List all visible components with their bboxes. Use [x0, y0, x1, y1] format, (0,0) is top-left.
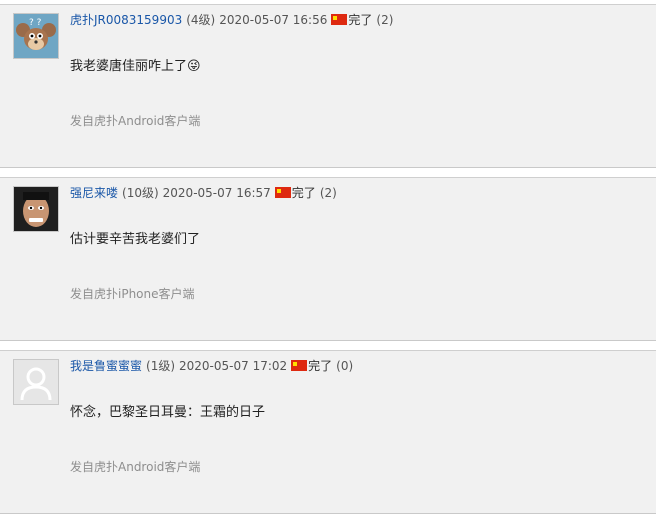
post-source: 发自虎扑Android客户端	[70, 112, 200, 129]
author-link[interactable]: 虎扑JR0083159903	[70, 13, 182, 27]
user-level: (10级)	[122, 186, 159, 200]
china-flag-icon	[331, 14, 348, 25]
post-time: 2020-05-07 16:57	[162, 186, 271, 200]
source-link[interactable]: 发自虎扑iPhone客户端	[70, 287, 195, 301]
reply-post: ? ? 虎扑JR0083159903 (4级) 2020-05-07 16:56 完了…	[0, 4, 656, 168]
reaction-count: (0)	[336, 359, 354, 373]
avatar[interactable]	[13, 186, 59, 232]
reply-post: 我是鲁蜜蜜蜜 (1级) 2020-05-07 17:02 完了 (0) 怀念，巴黎圣日耳…	[0, 350, 656, 514]
cartoon-mouse-avatar-icon: ? ?	[14, 14, 58, 58]
user-level: (1级)	[146, 359, 176, 373]
post-content: 怀念，巴黎圣日耳曼：王霜的日子	[70, 405, 266, 420]
author-link[interactable]: 我是鲁蜜蜜蜜	[70, 359, 142, 373]
face-photo-avatar-icon	[14, 187, 58, 231]
post-content: 我老婆唐佳丽咋上了😜	[70, 59, 201, 74]
source-link[interactable]: 发自虎扑Android客户端	[70, 114, 200, 128]
source-link[interactable]: 发自虎扑Android客户端	[70, 460, 200, 474]
user-level: (4级)	[186, 13, 216, 27]
reaction-label[interactable]: 完了	[348, 13, 372, 27]
svg-text:? ?: ? ?	[29, 18, 42, 28]
reaction-label[interactable]: 完了	[292, 186, 316, 200]
post-meta: 强尼来喽 (10级) 2020-05-07 16:57 完了 (2)	[70, 184, 337, 202]
post-time: 2020-05-07 16:56	[219, 13, 328, 27]
reaction-label[interactable]: 完了	[308, 359, 332, 373]
reaction-count: (2)	[319, 186, 337, 200]
china-flag-icon	[274, 187, 291, 198]
avatar[interactable]: ? ?	[13, 13, 59, 59]
post-content: 估计要辛苦我老婆们了	[70, 232, 201, 247]
post-meta: 我是鲁蜜蜜蜜 (1级) 2020-05-07 17:02 完了 (0)	[70, 357, 353, 375]
author-link[interactable]: 强尼来喽	[70, 186, 118, 200]
reaction-count: (2)	[376, 13, 394, 27]
post-source: 发自虎扑Android客户端	[70, 458, 200, 475]
default-user-avatar-icon	[14, 360, 58, 404]
post-meta: 虎扑JR0083159903 (4级) 2020-05-07 16:56 完了 (2)	[70, 11, 393, 29]
reply-post: 强尼来喽 (10级) 2020-05-07 16:57 完了 (2) 估计要辛苦我老婆们…	[0, 177, 656, 341]
avatar[interactable]	[13, 359, 59, 405]
china-flag-icon	[291, 360, 308, 371]
post-time: 2020-05-07 17:02	[179, 359, 288, 373]
post-source: 发自虎扑iPhone客户端	[70, 285, 195, 302]
